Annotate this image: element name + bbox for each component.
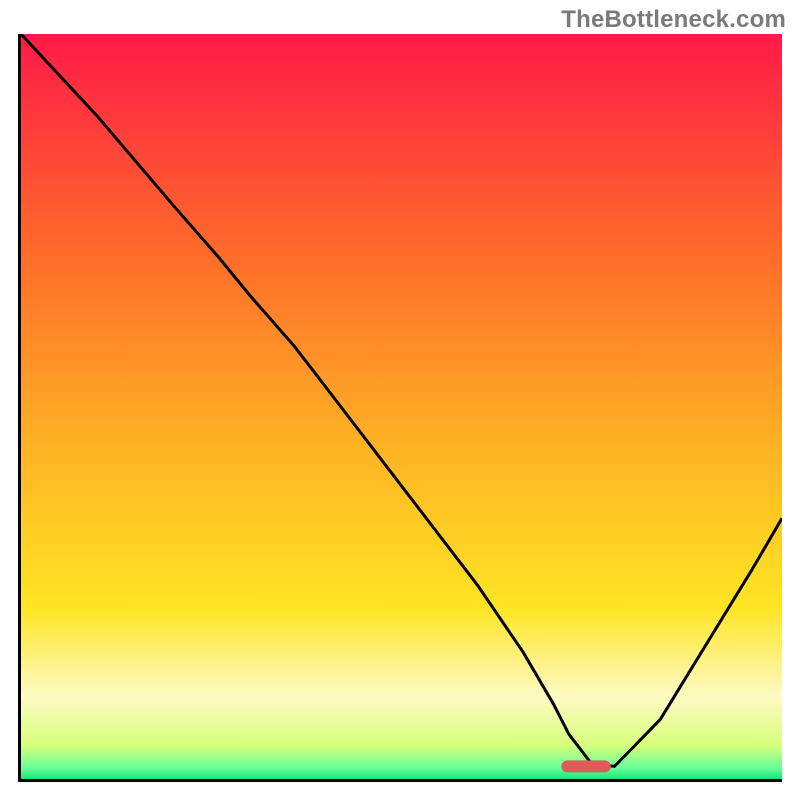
chart-container: TheBottleneck.com xyxy=(0,0,800,800)
chart-svg xyxy=(21,34,782,779)
watermark-text: TheBottleneck.com xyxy=(561,6,786,34)
chart-gradient-bg xyxy=(21,34,782,779)
chart-plot-area xyxy=(18,34,782,782)
chart-marker xyxy=(561,760,611,772)
